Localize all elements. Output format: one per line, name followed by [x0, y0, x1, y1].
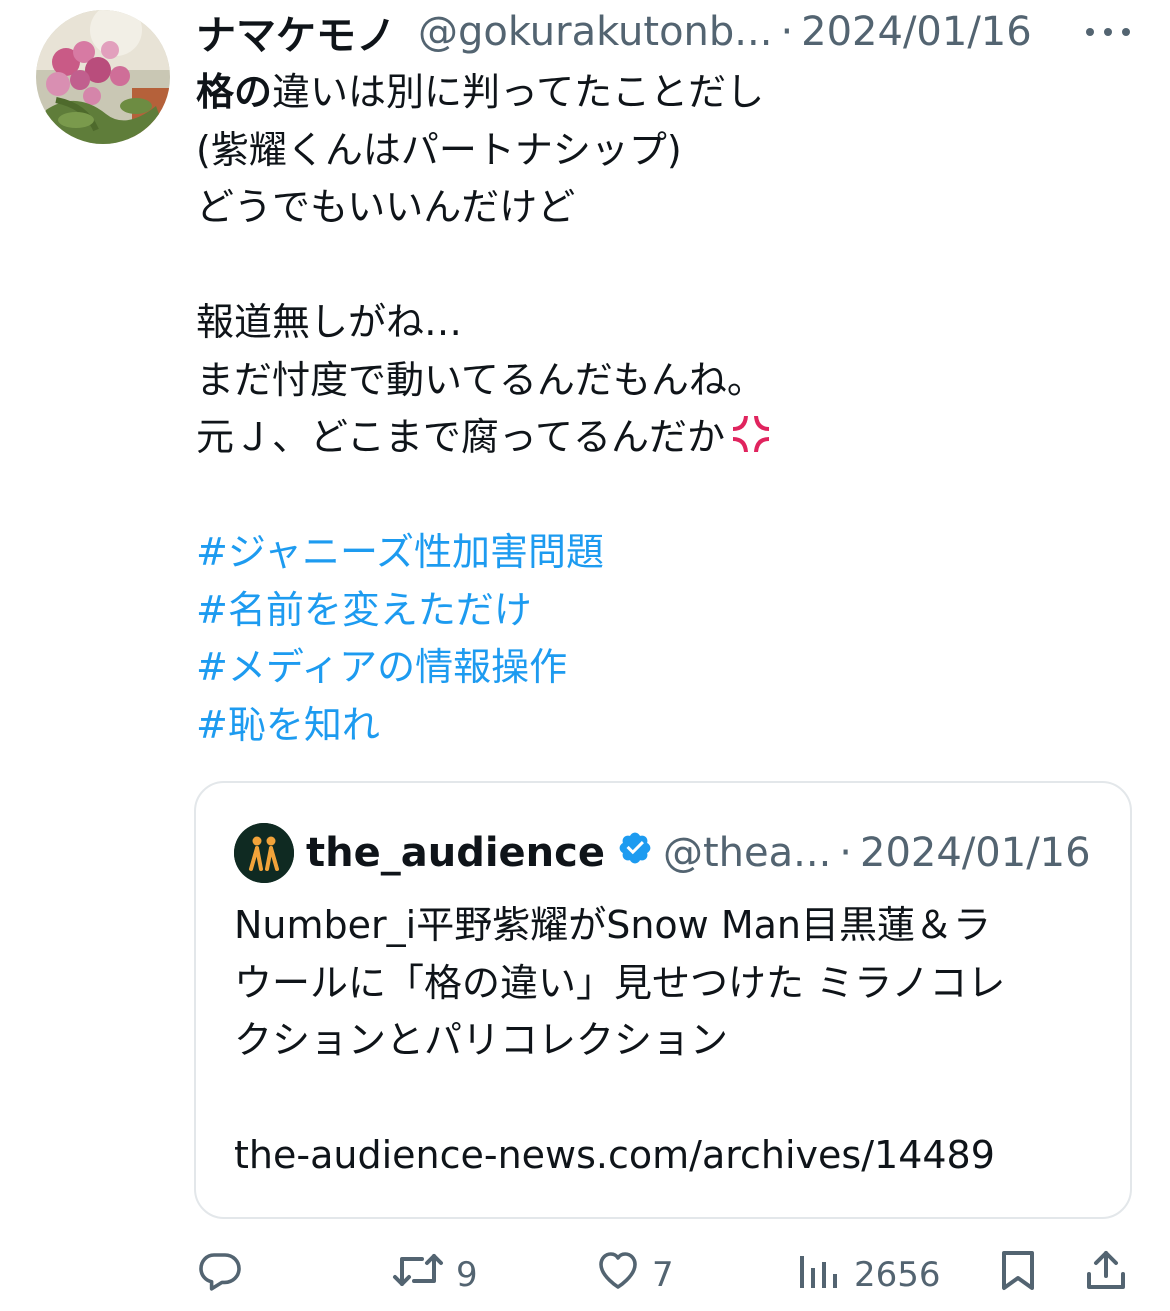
tweet-date[interactable]: 2024/01/16 [801, 9, 1032, 55]
tweet-header: ナマケモノ @gokurakutonb... · 2024/01/16 [196, 3, 1156, 61]
tweet-action-bar: 9 7 2656 [0, 1240, 1170, 1310]
author-avatar[interactable] [36, 10, 170, 144]
tweet-line: 報道無しがね… [196, 300, 463, 344]
like-button[interactable]: 7 [594, 1246, 674, 1303]
hashtag-link[interactable]: #メディアの情報操作 [196, 639, 1146, 697]
quoted-tweet-line: ウールに「格の違い」見せつけた ミラノコレ [234, 960, 1006, 1005]
quoted-author-handle: @thea... [662, 830, 832, 876]
author-display-name[interactable]: ナマケモノ [196, 3, 396, 61]
tweet-line: (紫耀くんはパートナシップ) [196, 127, 682, 172]
tweet-text: 格の違いは別に判ってたことだし (紫耀くんはパートナシップ) どうでもいいんだけ… [196, 64, 1146, 754]
tweet-line: 元Ｊ、どこまで腐ってるんだか [196, 409, 1146, 467]
tweet-line: どうでもいいんだけど [196, 185, 576, 229]
views-button[interactable]: 2656 [796, 1246, 941, 1303]
audience-logo-icon [234, 823, 294, 883]
retweet-icon [390, 1246, 446, 1303]
quoted-tweet-card[interactable]: the_audience @thea... · 2024/01/16 Numbe… [194, 781, 1132, 1219]
author-handle[interactable]: @gokurakutonb... [418, 9, 772, 55]
tweet-line: 格の違いは別に判ってたことだし [196, 64, 1146, 122]
quoted-header-separator: · [839, 830, 853, 876]
hashtag-link[interactable]: #ジャニーズ性加害問題 [196, 524, 1146, 582]
avatar-image [36, 10, 170, 144]
reply-button[interactable] [196, 1246, 244, 1303]
quoted-tweet-text: Number_i平野紫耀がSnow Man目黒蓮＆ラ ウールに「格の違い」見せつ… [234, 897, 1114, 1185]
quoted-tweet-link[interactable]: the-audience-news.com/archives/14489 [234, 1127, 1114, 1185]
views-icon [796, 1246, 844, 1303]
quoted-tweet-date: 2024/01/16 [860, 830, 1091, 876]
quoted-author-display-name: the_audience [306, 830, 605, 876]
tweet-line: まだ忖度で動いてるんだもんね。 [196, 357, 765, 402]
retweet-button[interactable]: 9 [390, 1246, 478, 1303]
quoted-tweet-line: クションとパリコレクション [234, 1018, 729, 1062]
heart-icon [594, 1246, 642, 1303]
hashtag-link[interactable]: #恥を知れ [196, 697, 1146, 755]
hashtag-link[interactable]: #名前を変えただけ [196, 582, 1146, 640]
views-count: 2656 [854, 1254, 941, 1295]
reply-icon [196, 1246, 244, 1303]
verified-badge-icon [617, 830, 653, 876]
quoted-author-avatar [234, 823, 294, 883]
tweet-line-text: 違いは別に判ってたことだし [272, 70, 765, 114]
quoted-tweet-line-blank [234, 1070, 1114, 1128]
like-count: 7 [652, 1254, 674, 1295]
quoted-tweet-header: the_audience @thea... · 2024/01/16 [306, 823, 1126, 883]
header-separator: · [780, 9, 794, 55]
anger-symbol-icon [729, 412, 773, 473]
tweet-line-text: 元Ｊ、どこまで腐ってるんだか [196, 415, 725, 459]
bookmark-button[interactable] [994, 1246, 1042, 1303]
retweet-count: 9 [456, 1254, 478, 1295]
share-button[interactable] [1082, 1246, 1130, 1303]
bookmark-icon [994, 1246, 1042, 1303]
more-options-icon[interactable] [1086, 26, 1130, 38]
quoted-tweet-line: Number_i平野紫耀がSnow Man目黒蓮＆ラ [234, 903, 991, 947]
share-icon [1082, 1246, 1130, 1303]
tweet-line-bold: 格の [196, 70, 273, 114]
